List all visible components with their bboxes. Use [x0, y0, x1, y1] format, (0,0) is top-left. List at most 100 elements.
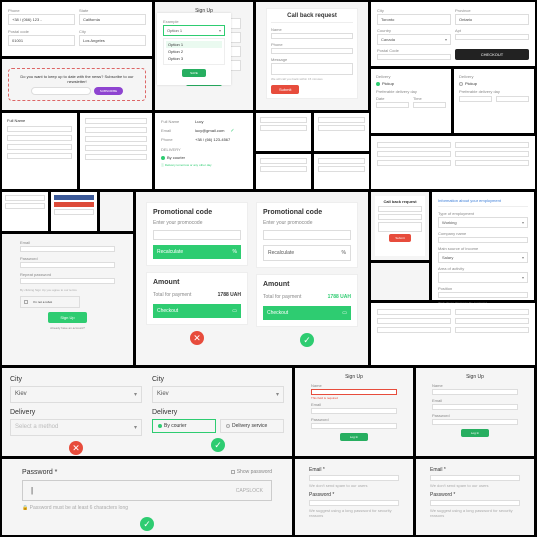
checkout-btn-2[interactable]: Checkout▭ — [263, 306, 351, 320]
news-email[interactable] — [31, 87, 91, 95]
prov-in[interactable]: Ontario — [455, 14, 529, 25]
success-icon: ✓ — [300, 333, 314, 347]
city-delivery-section: City Kiev▾ Delivery Select a method▾ ✕ C… — [2, 368, 292, 456]
callback-small: Call back request Submit — [371, 192, 429, 260]
delivery-card-a: Delivery Pickup Preferable delivery day … — [371, 69, 451, 133]
city-in[interactable]: Toronto — [377, 14, 451, 25]
percent-icon: % — [233, 249, 237, 255]
check-icon: ✓ — [230, 128, 234, 134]
apt-in[interactable] — [455, 34, 529, 40]
mini-card-2 — [314, 113, 369, 151]
signup-err-card: Sign Up Name This field is required Emai… — [295, 368, 413, 456]
emp-title: Information about your employment — [438, 198, 528, 207]
login-email[interactable] — [20, 246, 115, 252]
addr-card: CityToronto ProvinceOntario CountryCanad… — [371, 2, 535, 66]
contact-card: Full NameLucy Emaillucy@gmail.com✓ Phone… — [155, 113, 253, 189]
login-btn[interactable]: Log In — [340, 433, 368, 441]
eh-email-1[interactable] — [309, 475, 399, 481]
name-err-input[interactable] — [311, 389, 397, 395]
address-form-card: Phone+38 / (066) 123 - StateCalifornia P… — [2, 2, 152, 56]
show-pw[interactable]: Show password — [231, 469, 272, 476]
promo-input-2[interactable] — [263, 230, 351, 240]
wide-form-2 — [371, 303, 535, 365]
city-label: City — [79, 29, 146, 34]
city-select-1[interactable]: Kiev▾ — [10, 386, 142, 403]
eh-pw-2[interactable] — [430, 500, 520, 506]
newsletter-card: Do you want to keep up to date with the … — [2, 59, 152, 110]
signup-btn[interactable]: Sign Up — [48, 312, 86, 323]
select-card: Example Option 1▾ Option 1 Option 2 Opti… — [157, 13, 231, 85]
tiny-card-2 — [51, 192, 97, 231]
pw-hint: 🔒 Password must be at least 6 characters… — [22, 505, 272, 511]
subscribe-btn[interactable]: SUBSCRIBE — [94, 87, 123, 95]
promo-section: Promotional code Enter your promocode Re… — [136, 192, 368, 365]
employment-card: Information about your employment Type o… — [432, 192, 534, 300]
date-in[interactable] — [376, 102, 409, 108]
eh-pw-1[interactable] — [309, 500, 399, 506]
option-1[interactable]: Option 1 — [166, 41, 222, 48]
delivery-select[interactable]: Select a method▾ — [10, 419, 142, 436]
emp-pos[interactable] — [438, 292, 528, 298]
state-input[interactable]: California — [79, 14, 146, 25]
phone-input[interactable]: +38 / (066) 123 - — [8, 14, 75, 25]
service-option[interactable]: Delivery service — [220, 419, 284, 433]
pw-label: Password * — [22, 469, 57, 476]
recalc-btn-1[interactable]: Recalculate% — [153, 245, 241, 259]
checkbox-icon[interactable] — [24, 300, 28, 304]
phone-label: Phone — [8, 8, 75, 13]
radio-on-icon[interactable] — [376, 82, 380, 86]
cb-submit[interactable]: Submit — [271, 85, 299, 94]
checkout-btn-1[interactable]: Checkout▭ — [153, 304, 241, 318]
time-in2[interactable] — [496, 96, 529, 102]
login-pw[interactable] — [20, 262, 115, 268]
time-in[interactable] — [413, 102, 446, 108]
mini-card-1 — [256, 113, 311, 151]
option-3[interactable]: Option 3 — [166, 55, 222, 62]
radio-icon[interactable] — [161, 156, 165, 160]
recalc-btn-2[interactable]: Recalculate% — [263, 245, 351, 261]
pw-input[interactable]: | CAPSLOCK — [22, 480, 272, 501]
signup-ok-card: Sign Up Name Email Password Log In — [416, 368, 534, 456]
cb-name-input[interactable] — [271, 33, 353, 39]
radio-icon[interactable] — [459, 82, 463, 86]
date-in2[interactable] — [459, 96, 492, 102]
error-icon-2: ✕ — [69, 441, 83, 455]
success-icon-3: ✓ — [140, 517, 154, 531]
cb-msg-input[interactable] — [271, 63, 353, 75]
postal-input[interactable]: 01001 — [8, 35, 75, 46]
postal-in[interactable] — [377, 54, 451, 60]
login-card: Email Password Repeat password By clicki… — [2, 234, 133, 365]
save-button[interactable]: SAVE — [182, 69, 206, 77]
percent-icon: % — [342, 250, 346, 256]
card-icon: ▭ — [342, 310, 347, 316]
mini-card-3 — [256, 154, 311, 189]
select-box[interactable]: Option 1▾ — [163, 25, 225, 36]
option-2[interactable]: Option 2 — [166, 48, 222, 55]
password-card: Password * Show password | CAPSLOCK 🔒 Pa… — [2, 459, 292, 535]
emp-subarea-sel[interactable]: ▾ — [438, 272, 528, 283]
cb-submit-2[interactable]: Submit — [389, 234, 410, 242]
checkout-btn[interactable]: CHECKOUT — [455, 49, 529, 60]
cb-phone-input[interactable] — [271, 48, 353, 54]
tiny-card-3 — [100, 192, 133, 231]
emp-type-sel[interactable]: Working▾ — [438, 217, 528, 228]
city-input[interactable]: Los Angeles — [79, 35, 146, 46]
emp-area-sel[interactable]: Salary▾ — [438, 252, 528, 263]
login-pw2[interactable] — [20, 278, 115, 284]
city-select-2[interactable]: Kiev▾ — [152, 386, 284, 403]
emp-comp[interactable] — [438, 237, 528, 243]
delivery-card-b: Delivery Pickup Preferable delivery day — [454, 69, 534, 133]
blank-grey — [371, 263, 429, 300]
email-hint-card-2: Email * We don't send spam to our users … — [416, 459, 534, 535]
news-text: Do you want to keep up to date with the … — [14, 74, 140, 84]
promo-input-1[interactable] — [153, 230, 241, 240]
callback-title: Call back request — [271, 13, 353, 23]
lock-icon: 🔒 — [22, 505, 30, 511]
login-btn-2[interactable]: Log In — [461, 429, 489, 437]
courier-option[interactable]: By courier — [152, 419, 216, 433]
mini-signup: Full Name — [2, 113, 77, 189]
tiny-card-1 — [2, 192, 48, 231]
country-sel[interactable]: Canada▾ — [377, 34, 451, 45]
error-icon: ✕ — [190, 331, 204, 345]
eh-email-2[interactable] — [430, 475, 520, 481]
